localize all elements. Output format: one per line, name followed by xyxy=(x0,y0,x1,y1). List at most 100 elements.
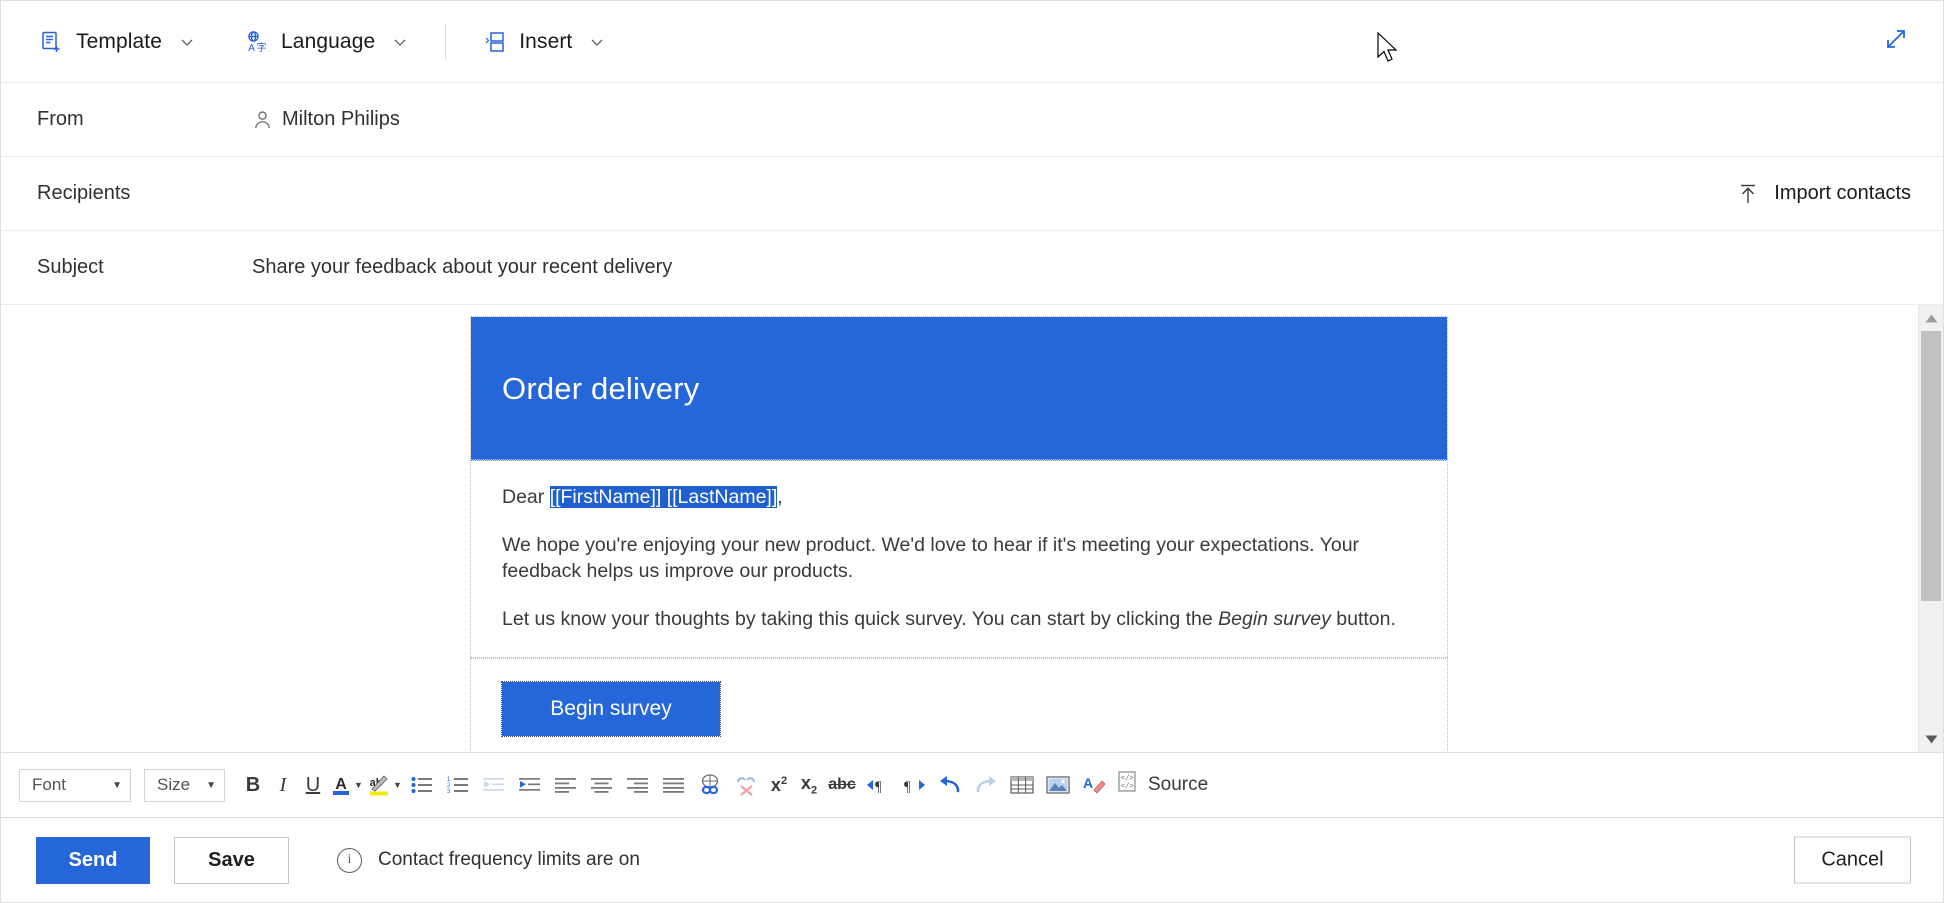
template-icon xyxy=(39,29,65,55)
chevron-down-icon xyxy=(588,33,606,51)
font-size-select[interactable]: Size ▼ xyxy=(144,769,225,802)
token-lastname[interactable]: [[LastName]] xyxy=(667,486,778,508)
email-cta-block[interactable]: Begin survey xyxy=(471,658,1447,752)
contact-frequency-label: Contact frequency limits are on xyxy=(378,849,640,871)
italic-button[interactable]: I xyxy=(269,769,297,801)
import-contacts-button[interactable]: Import contacts xyxy=(1735,181,1911,207)
subject-input[interactable]: Share your feedback about your recent de… xyxy=(252,256,672,279)
save-button[interactable]: Save xyxy=(174,837,289,884)
language-label: Language xyxy=(281,30,375,54)
language-icon: A 字 xyxy=(244,29,270,55)
email-editor-canvas[interactable]: Order delivery Dear [[FirstName]] [[Last… xyxy=(1,305,1918,752)
scrollbar-thumb[interactable] xyxy=(1921,331,1941,601)
svg-text:¶: ¶ xyxy=(904,779,911,794)
source-label: Source xyxy=(1148,774,1208,796)
cancel-button[interactable]: Cancel xyxy=(1794,837,1911,884)
align-left-button[interactable] xyxy=(549,769,583,801)
align-right-button[interactable] xyxy=(621,769,655,801)
info-circle-icon[interactable]: i xyxy=(337,848,362,873)
svg-text:¶: ¶ xyxy=(875,779,882,794)
increase-indent-button[interactable] xyxy=(513,769,547,801)
font-family-value: Font xyxy=(32,775,66,795)
decrease-indent-button[interactable] xyxy=(477,769,511,801)
greeting-prefix: Dear xyxy=(502,486,550,508)
highlight-color-button[interactable]: ab ▼ xyxy=(367,769,403,801)
svg-text:字: 字 xyxy=(257,41,267,54)
text-color-button[interactable]: A ▼ xyxy=(329,769,365,801)
paragraph-2-emphasis: Begin survey xyxy=(1218,608,1331,630)
chevron-down-icon: ▼ xyxy=(393,780,402,790)
subscript-button[interactable]: x2 xyxy=(795,769,823,801)
scroll-up-arrow-icon[interactable] xyxy=(1919,307,1943,329)
subject-row[interactable]: Subject Share your feedback about your r… xyxy=(1,231,1943,305)
chevron-down-icon xyxy=(391,33,409,51)
paragraph-2-pre: Let us know your thoughts by taking this… xyxy=(502,608,1218,630)
subject-label: Subject xyxy=(37,256,252,279)
email-paragraph-2: Let us know your thoughts by taking this… xyxy=(502,607,1416,633)
source-button[interactable]: </> </> Source xyxy=(1116,770,1208,800)
token-firstname[interactable]: [[FirstName]] xyxy=(550,486,662,508)
scroll-down-arrow-icon[interactable] xyxy=(1919,728,1943,750)
from-value[interactable]: Milton Philips xyxy=(252,108,400,131)
from-row[interactable]: From Milton Philips xyxy=(1,83,1943,157)
email-paragraph-1: We hope you're enjoying your new product… xyxy=(502,533,1416,585)
bulleted-list-button[interactable] xyxy=(405,769,439,801)
email-body-block[interactable]: Dear [[FirstName]] [[LastName]], We hope… xyxy=(471,460,1447,658)
svg-text:A: A xyxy=(1083,775,1093,791)
text-color-icon: A xyxy=(331,773,351,797)
email-editor-area: Order delivery Dear [[FirstName]] [[Last… xyxy=(1,305,1943,752)
source-code-icon: </> </> xyxy=(1116,770,1140,800)
chevron-down-icon xyxy=(178,33,196,51)
justify-button[interactable] xyxy=(657,769,691,801)
send-button[interactable]: Send xyxy=(36,837,150,884)
expand-dialog-button[interactable] xyxy=(1879,25,1913,59)
rtl-direction-button[interactable]: ¶ xyxy=(897,769,931,801)
chevron-down-icon: ▼ xyxy=(206,780,216,791)
strikethrough-button[interactable]: abc xyxy=(825,769,859,801)
command-bar: Template A 字 Language xyxy=(1,1,1943,83)
chevron-down-icon: ▼ xyxy=(354,780,363,790)
from-label: From xyxy=(37,108,252,131)
upload-arrow-icon xyxy=(1735,181,1761,207)
email-banner-title: Order delivery xyxy=(502,371,699,407)
svg-text:</>: </> xyxy=(1121,783,1134,791)
superscript-button[interactable]: x2 xyxy=(765,769,793,801)
template-menu-button[interactable]: Template xyxy=(27,18,208,66)
numbered-list-button[interactable]: 1 2 3 xyxy=(441,769,475,801)
language-menu-button[interactable]: A 字 Language xyxy=(232,18,421,66)
undo-button[interactable] xyxy=(933,769,967,801)
svg-text:A: A xyxy=(335,776,347,793)
editor-vertical-scrollbar[interactable] xyxy=(1918,305,1943,752)
redo-button[interactable] xyxy=(969,769,1003,801)
insert-link-button[interactable] xyxy=(693,769,727,801)
insert-image-button[interactable] xyxy=(1041,769,1075,801)
underline-button[interactable]: U xyxy=(299,769,327,801)
email-document[interactable]: Order delivery Dear [[FirstName]] [[Last… xyxy=(471,317,1447,752)
insert-icon xyxy=(482,29,508,55)
align-center-button[interactable] xyxy=(585,769,619,801)
chevron-down-icon: ▼ xyxy=(112,780,122,791)
begin-survey-button[interactable]: Begin survey xyxy=(502,682,720,736)
highlighter-icon: ab xyxy=(368,773,390,797)
bold-button[interactable]: B xyxy=(239,769,267,801)
svg-text:</>: </> xyxy=(1121,775,1134,783)
toolbar-divider xyxy=(445,24,446,60)
ltr-direction-button[interactable]: ¶ xyxy=(861,769,895,801)
paragraph-2-post: button. xyxy=(1331,608,1396,630)
insert-table-button[interactable] xyxy=(1005,769,1039,801)
svg-text:A: A xyxy=(248,43,255,54)
from-sender-name: Milton Philips xyxy=(282,108,400,131)
email-banner-block[interactable]: Order delivery xyxy=(471,317,1447,460)
insert-label: Insert xyxy=(519,30,572,54)
expand-diagonal-icon xyxy=(1883,26,1909,57)
formatting-toolbar: Font ▼ Size ▼ B I U A ▼ ab xyxy=(1,752,1943,817)
font-size-value: Size xyxy=(157,775,190,795)
recipients-row[interactable]: Recipients Import contacts xyxy=(1,157,1943,231)
insert-menu-button[interactable]: Insert xyxy=(470,18,618,66)
token-space xyxy=(661,486,666,508)
remove-format-button[interactable]: A xyxy=(1077,769,1111,801)
remove-link-button[interactable] xyxy=(729,769,763,801)
font-family-select[interactable]: Font ▼ xyxy=(19,769,131,802)
recipients-label: Recipients xyxy=(37,182,252,205)
email-greeting: Dear [[FirstName]] [[LastName]], xyxy=(502,485,1416,511)
